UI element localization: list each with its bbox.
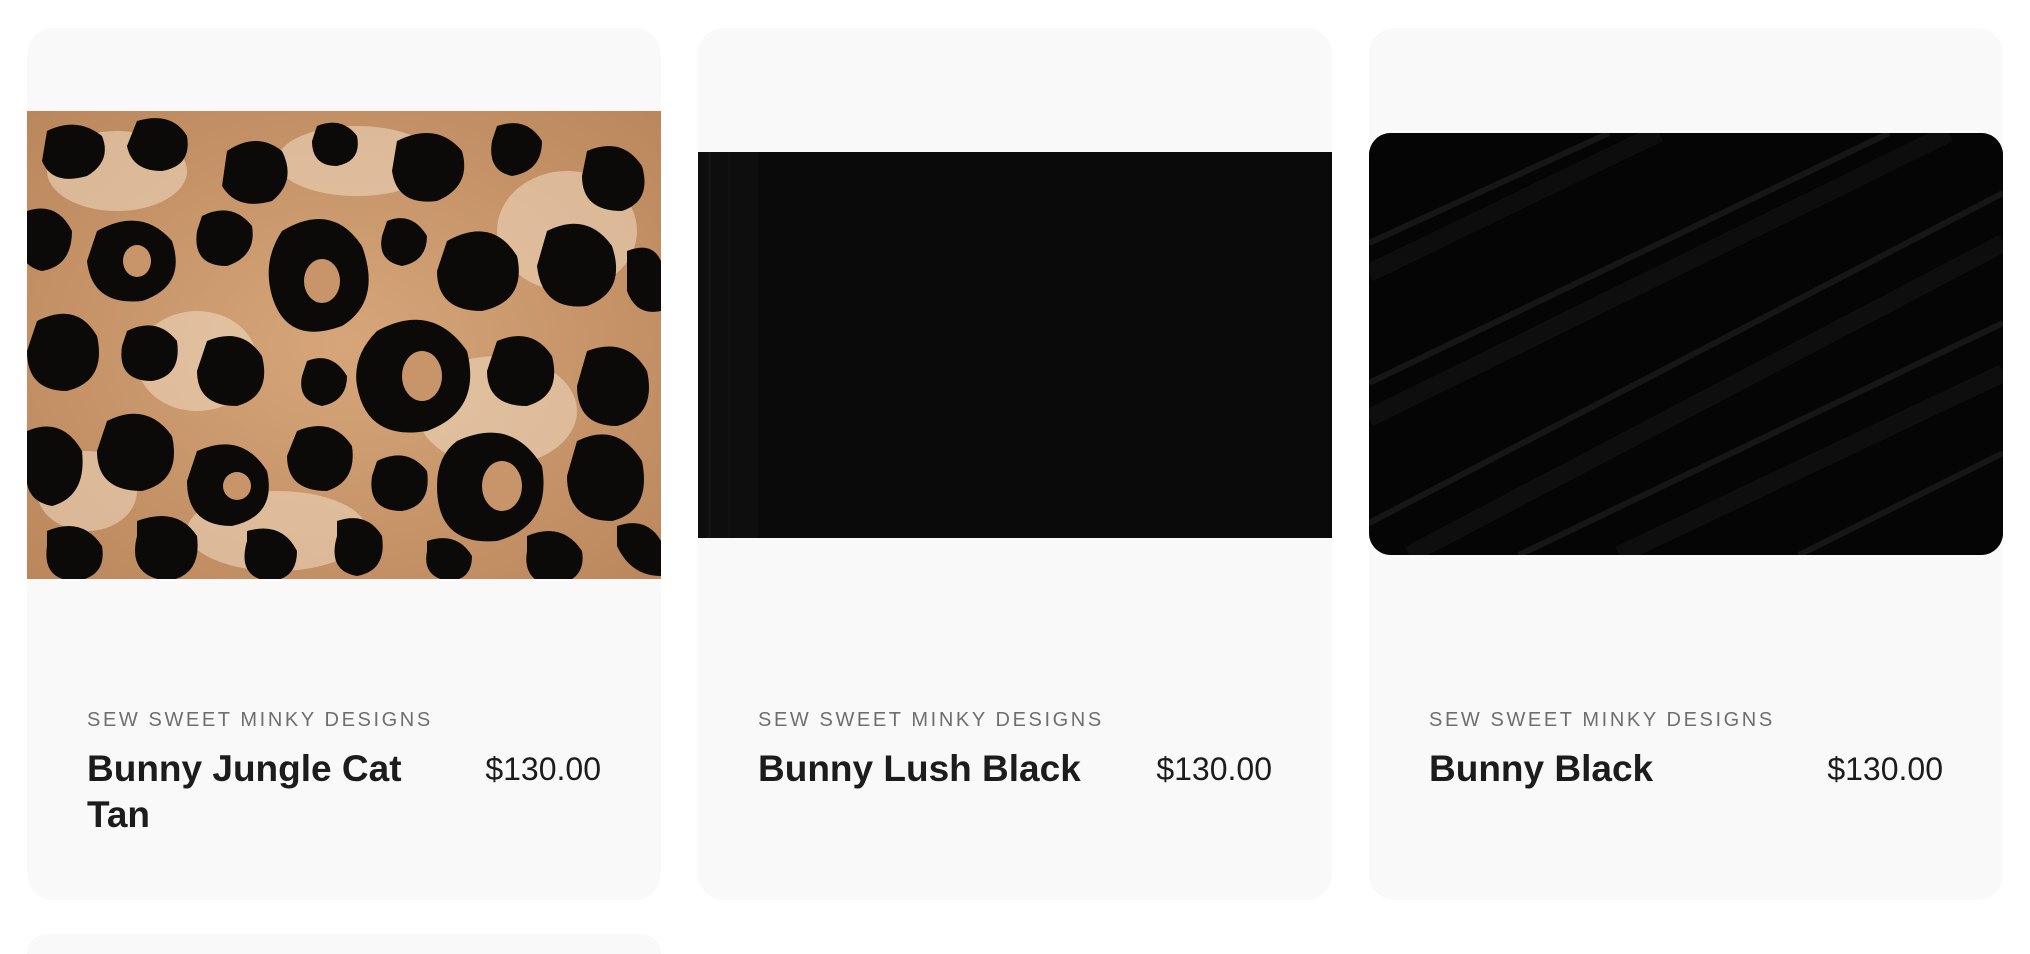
product-vendor: SEW SWEET MINKY DESIGNS (758, 709, 1104, 731)
product-price: $130.00 (1827, 751, 1943, 787)
leopard-print-image (27, 111, 661, 579)
product-title[interactable]: Bunny Lush Black (758, 746, 1118, 792)
product-vendor: SEW SWEET MINKY DESIGNS (1429, 709, 1775, 731)
product-card-bunny-black[interactable]: SEW SWEET MINKY DESIGNS Bunny Black $130… (1369, 28, 2003, 900)
product-price: $130.00 (485, 751, 601, 787)
product-image-black-ribbed[interactable] (1369, 133, 2003, 555)
product-image-leopard-print[interactable] (27, 111, 661, 579)
product-info: SEW SWEET MINKY DESIGNS Bunny Black $130… (1429, 708, 1943, 792)
product-info: SEW SWEET MINKY DESIGNS Bunny Jungle Cat… (87, 708, 601, 838)
product-title[interactable]: Bunny Jungle Cat Tan (87, 746, 447, 838)
product-image-black-lush[interactable] (698, 152, 1332, 538)
product-info: SEW SWEET MINKY DESIGNS Bunny Lush Black… (758, 708, 1272, 792)
product-title[interactable]: Bunny Black (1429, 746, 1789, 792)
product-card-partial[interactable] (27, 934, 661, 954)
black-lush-image (698, 152, 1332, 538)
black-ribbed-image (1369, 133, 2003, 555)
product-vendor: SEW SWEET MINKY DESIGNS (87, 709, 433, 731)
product-grid: SEW SWEET MINKY DESIGNS Bunny Jungle Cat… (0, 0, 2030, 954)
product-price: $130.00 (1156, 751, 1272, 787)
product-card-bunny-lush-black[interactable]: SEW SWEET MINKY DESIGNS Bunny Lush Black… (698, 28, 1332, 900)
product-card-bunny-jungle-cat-tan[interactable]: SEW SWEET MINKY DESIGNS Bunny Jungle Cat… (27, 28, 661, 900)
